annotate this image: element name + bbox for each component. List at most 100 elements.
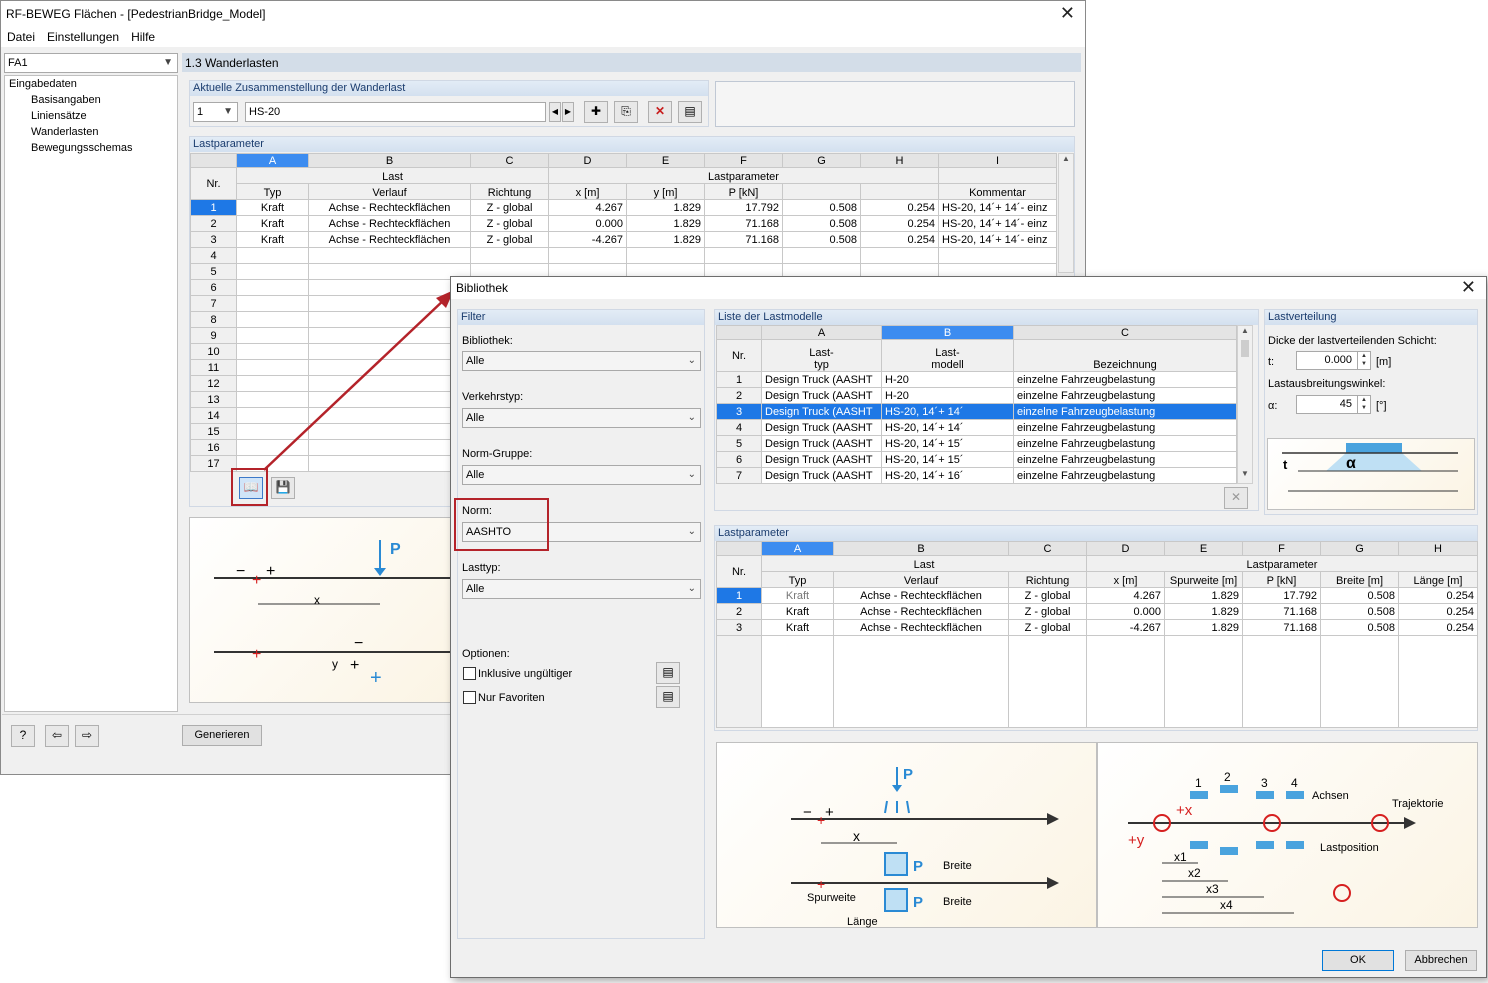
tree-root[interactable]: Eingabedaten xyxy=(9,78,177,94)
tree-item-basisangaben[interactable]: Basisangaben xyxy=(9,94,177,110)
new-composition-icon[interactable]: ✚ xyxy=(584,101,608,123)
save-icon[interactable]: 💾 xyxy=(271,477,295,499)
cell[interactable]: 1.829 xyxy=(1164,619,1243,636)
cell[interactable]: Kraft xyxy=(236,231,309,248)
cell[interactable]: 4.267 xyxy=(548,199,627,216)
next-arrow-icon[interactable]: ▶ xyxy=(562,102,574,122)
cell[interactable]: einzelne Fahrzeugbelastung xyxy=(1013,435,1237,452)
cell[interactable]: 4.267 xyxy=(1086,587,1165,604)
empty-cell[interactable] xyxy=(308,263,471,280)
table-row[interactable]: 2 Kraft Achse - Rechteckflächen Z - glob… xyxy=(716,603,1478,620)
cell[interactable]: 0.254 xyxy=(1398,603,1478,620)
row-number[interactable]: 2 xyxy=(716,387,762,404)
table-row[interactable]: 2 Kraft Achse - Rechteckflächen Z - glob… xyxy=(190,215,1057,232)
favorites-settings-icon[interactable]: ▤ xyxy=(656,686,680,708)
scroll-down-icon[interactable]: ▼ xyxy=(1238,469,1252,483)
cell[interactable]: Design Truck (AASHT xyxy=(761,387,882,404)
empty-cell[interactable] xyxy=(236,263,309,280)
cell[interactable]: 0.508 xyxy=(1320,619,1399,636)
row-number[interactable]: 11 xyxy=(190,359,237,376)
angle-input[interactable]: 45 ▲ ▼ xyxy=(1296,395,1371,414)
cell[interactable]: einzelne Fahrzeugbelastung xyxy=(1013,403,1237,420)
row-number[interactable]: 17 xyxy=(190,455,237,472)
col-letter[interactable]: I xyxy=(938,153,1057,168)
cell[interactable]: 0.254 xyxy=(860,231,939,248)
col-letter[interactable]: B xyxy=(881,325,1014,340)
scroll-thumb[interactable] xyxy=(1241,340,1249,357)
cell[interactable]: 0.508 xyxy=(1320,603,1399,620)
tree-item-liniensaetze[interactable]: Liniensätze xyxy=(9,110,177,126)
col-letter[interactable]: F xyxy=(1242,541,1321,556)
thickness-input[interactable]: 0.000 ▲ ▼ xyxy=(1296,351,1371,370)
composition-number-select[interactable]: 1 ▼ xyxy=(193,102,238,122)
cell[interactable]: HS-20, 14´+ 14´- einz xyxy=(938,231,1057,248)
delete-composition-icon[interactable]: ✕ xyxy=(648,101,672,123)
row-number[interactable]: 16 xyxy=(190,439,237,456)
cell[interactable]: einzelne Fahrzeugbelastung xyxy=(1013,451,1237,468)
model-row[interactable]: 7 Design Truck (AASHT HS-20, 14´+ 16´ einze… xyxy=(716,467,1237,484)
cancel-button[interactable]: Abbrechen xyxy=(1405,950,1477,971)
cell[interactable]: 0.508 xyxy=(782,199,861,216)
export-icon[interactable]: ⇨ xyxy=(75,725,99,747)
cell[interactable]: Design Truck (AASHT xyxy=(761,371,882,388)
cell[interactable]: 0.508 xyxy=(782,215,861,232)
cell[interactable]: Z - global xyxy=(1008,619,1087,636)
spin-arrows-icon[interactable]: ▲ ▼ xyxy=(1357,352,1370,369)
model-row[interactable]: 6 Design Truck (AASHT HS-20, 14´+ 15´ einze… xyxy=(716,451,1237,468)
cell[interactable]: Achse - Rechteckflächen xyxy=(833,619,1009,636)
cell[interactable]: HS-20, 14´+ 14´ xyxy=(881,419,1014,436)
table-row[interactable]: 3 Kraft Achse - Rechteckflächen Z - glob… xyxy=(716,619,1478,636)
model-row[interactable]: 4 Design Truck (AASHT HS-20, 14´+ 14´ einze… xyxy=(716,419,1237,436)
empty-cell[interactable] xyxy=(236,247,309,264)
table-row[interactable]: 3 Kraft Achse - Rechteckflächen Z - glob… xyxy=(190,231,1057,248)
cell[interactable]: Kraft xyxy=(761,603,834,620)
cell[interactable]: Kraft xyxy=(761,587,834,604)
cell[interactable]: Achse - Rechteckflächen xyxy=(308,231,471,248)
cell[interactable]: HS-20, 14´+ 14´- einz xyxy=(938,215,1057,232)
cell[interactable]: Kraft xyxy=(236,215,309,232)
cell[interactable]: 0.000 xyxy=(1086,603,1165,620)
cell[interactable]: Z - global xyxy=(470,215,549,232)
row-number[interactable]: 5 xyxy=(190,263,237,280)
case-select[interactable]: FA1 ▼ xyxy=(4,53,178,73)
empty-cell[interactable] xyxy=(470,247,549,264)
cell[interactable]: Z - global xyxy=(1008,603,1087,620)
ok-button[interactable]: OK xyxy=(1322,950,1394,971)
cell[interactable]: Design Truck (AASHT xyxy=(761,435,882,452)
generate-button[interactable]: Generieren xyxy=(182,725,262,746)
col-letter[interactable]: G xyxy=(782,153,861,168)
row-number[interactable]: 7 xyxy=(716,467,762,484)
cell[interactable]: 0.508 xyxy=(782,231,861,248)
row-number[interactable]: 4 xyxy=(716,419,762,436)
col-letter[interactable]: B xyxy=(833,541,1009,556)
cell[interactable]: 17.792 xyxy=(1242,587,1321,604)
row-number[interactable]: 3 xyxy=(716,403,762,420)
col-letter[interactable]: C xyxy=(1013,325,1237,340)
export-composition-icon[interactable]: ▤ xyxy=(678,101,702,123)
menu-hilfe[interactable]: Hilfe xyxy=(125,27,161,44)
col-letter[interactable]: E xyxy=(1164,541,1243,556)
cell[interactable]: einzelne Fahrzeugbelastung xyxy=(1013,371,1237,388)
cell[interactable]: Z - global xyxy=(470,199,549,216)
cell[interactable]: -4.267 xyxy=(548,231,627,248)
col-letter[interactable]: H xyxy=(860,153,939,168)
import-icon[interactable]: ⇦ xyxy=(45,725,69,747)
empty-cell[interactable] xyxy=(626,247,705,264)
empty-cell[interactable] xyxy=(938,247,1057,264)
cell[interactable]: Design Truck (AASHT xyxy=(761,451,882,468)
row-number[interactable]: 6 xyxy=(716,451,762,468)
cell[interactable]: Z - global xyxy=(470,231,549,248)
empty-table-row[interactable]: 4 xyxy=(190,247,1057,264)
tree-item-bewegungsschemas[interactable]: Bewegungsschemas xyxy=(9,142,177,158)
col-letter[interactable]: E xyxy=(626,153,705,168)
lasttyp-select[interactable]: Alle ⌄ xyxy=(462,579,701,599)
empty-cell[interactable] xyxy=(548,247,627,264)
table-row[interactable]: 1 Kraft Achse - Rechteckflächen Z - glob… xyxy=(190,199,1057,216)
cell[interactable]: H-20 xyxy=(881,371,1014,388)
verkehrstyp-select[interactable]: Alle ⌄ xyxy=(462,408,701,428)
cell[interactable]: HS-20, 14´+ 15´ xyxy=(881,435,1014,452)
invalid-settings-icon[interactable]: ▤ xyxy=(656,662,680,684)
model-row[interactable]: 1 Design Truck (AASHT H-20 einzelne Fahrzeu… xyxy=(716,371,1237,388)
spin-arrows-icon[interactable]: ▲ ▼ xyxy=(1357,396,1370,413)
remove-favorite-icon[interactable]: ✕ xyxy=(1224,487,1248,509)
